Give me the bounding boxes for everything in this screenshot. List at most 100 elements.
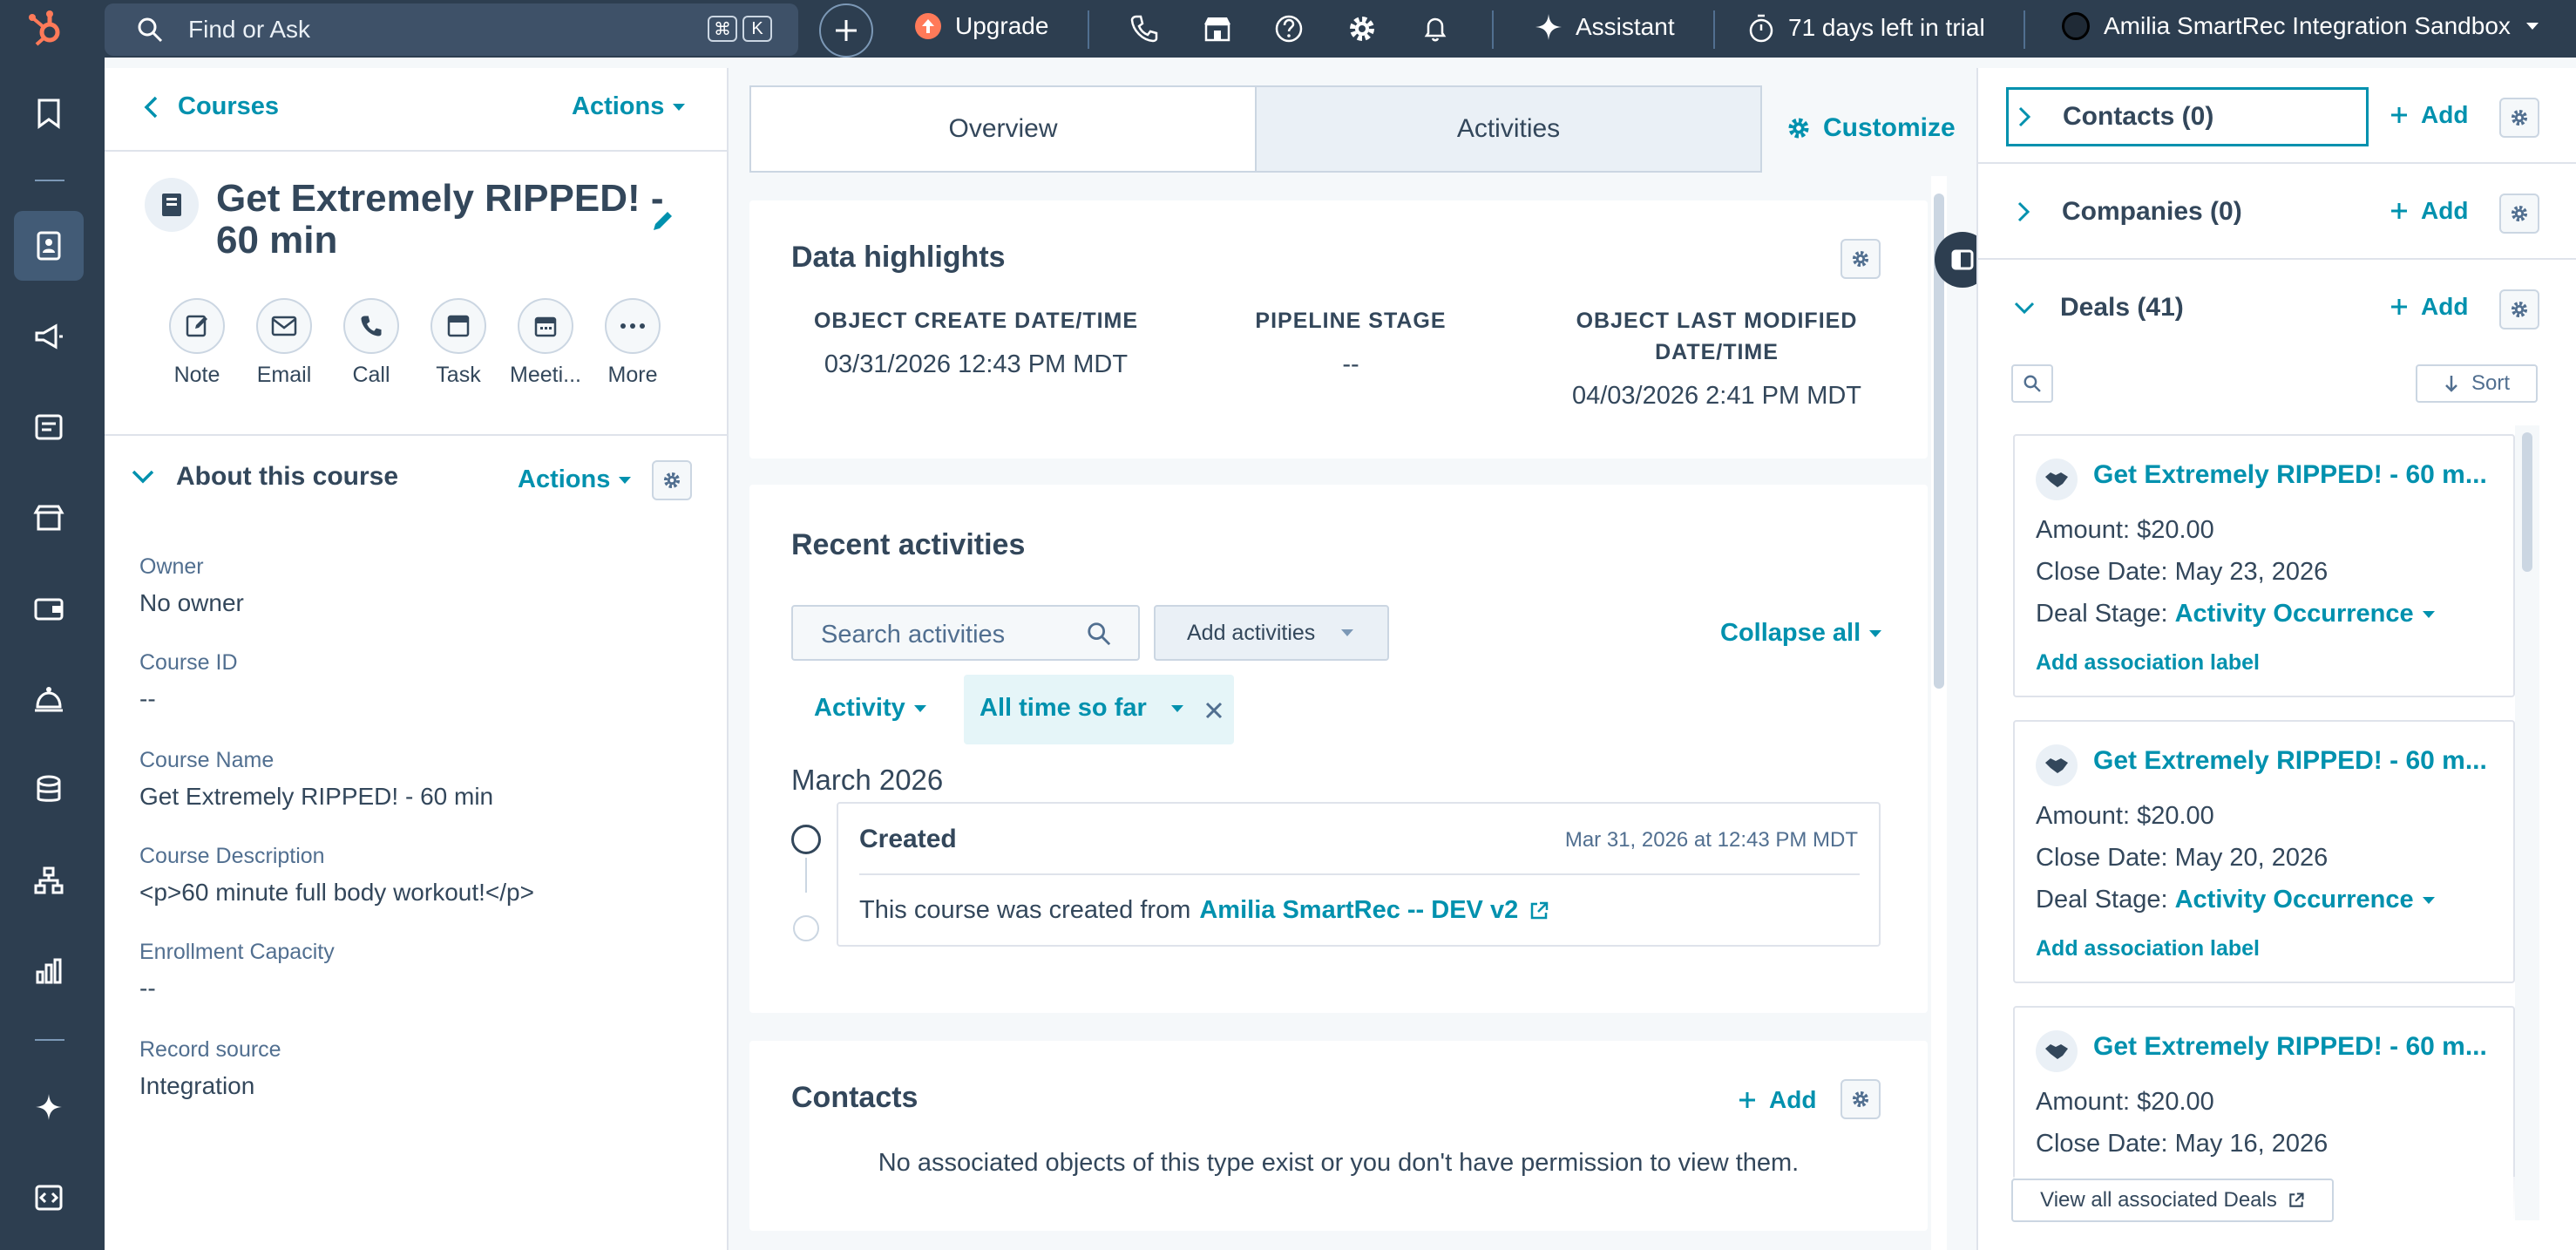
clear-filter-close-icon [1205,702,1223,719]
content-icon[interactable] [24,403,73,452]
deals-section-toggle[interactable]: Deals (41) [2013,293,2184,323]
automation-icon[interactable] [24,856,73,905]
reporting-chart-icon[interactable] [24,947,73,995]
highlights-settings-button[interactable] [1840,239,1881,279]
notifications-bell-icon[interactable] [1420,14,1450,44]
deals-section-settings-button[interactable] [2499,289,2539,329]
deal-card[interactable]: Get Extremely RIPPED! - 60 m... Amount: … [2013,434,2515,697]
hubspot-logo[interactable] [26,9,70,49]
more-action-button[interactable] [605,298,661,354]
activity-type-filter[interactable]: Activity [814,694,926,723]
breeze-sparkle-icon[interactable] [24,1083,73,1131]
companies-add-button[interactable]: Add [2390,197,2468,225]
contacts-section-settings-button[interactable] [2499,98,2539,138]
view-all-deals-button[interactable]: View all associated Deals [2011,1179,2334,1222]
call-action-button[interactable] [343,298,399,354]
email-action-button[interactable] [256,298,312,354]
deal-amount-value: $20.00 [2137,516,2214,544]
note-action-button[interactable] [169,298,225,354]
deals-scrollbar-track[interactable] [2515,425,2539,1220]
chevron-down-icon [2525,23,2539,30]
settings-gear-icon[interactable] [1347,14,1377,44]
bookmarks-icon[interactable] [24,89,73,138]
k-key: K [742,16,772,42]
course-description-value[interactable]: <p>60 minute full body workout!</p> [139,879,534,907]
search-icon [1088,622,1111,646]
deal-handshake-icon [2036,1030,2078,1072]
contacts-card: Contacts Add No associated objects of th… [749,1041,1928,1231]
about-actions-dropdown[interactable]: Actions [518,465,632,494]
about-settings-button[interactable] [652,460,692,500]
activity-search-input[interactable]: Search activities [791,605,1140,661]
enrollment-capacity-label: Enrollment Capacity [139,940,335,964]
phone-icon[interactable] [1129,14,1159,44]
deal-title[interactable]: Get Extremely RIPPED! - 60 m... [2093,1032,2487,1062]
service-bell-icon[interactable] [24,675,73,724]
plus-icon [2391,203,2407,219]
companies-section-settings-button[interactable] [2499,194,2539,234]
add-association-label-link[interactable]: Add association label [2036,936,2260,961]
wallet-icon[interactable] [24,584,73,633]
deal-title[interactable]: Get Extremely RIPPED! - 60 m... [2093,746,2487,776]
collapse-all-button[interactable]: Collapse all [1720,619,1882,648]
crm-contacts-icon[interactable] [24,221,73,270]
tab-activities[interactable]: Activities [1255,85,1762,173]
data-management-icon[interactable] [24,765,73,814]
add-activities-label: Add activities [1187,620,1316,645]
back-to-courses-link[interactable]: Courses [143,92,279,121]
contacts-section-toggle[interactable]: Contacts (0) [2006,87,2369,146]
course-name-value[interactable]: Get Extremely RIPPED! - 60 min [139,783,493,811]
enrollment-capacity-value[interactable]: -- [139,975,156,1002]
deal-stage-dropdown[interactable]: Activity Occurrence [2175,886,2414,914]
help-icon[interactable] [1274,14,1304,44]
developer-code-icon[interactable] [24,1173,73,1222]
deal-card[interactable]: Get Extremely RIPPED! - 60 m... Amount: … [2013,720,2515,983]
account-menu[interactable]: Amilia SmartRec Integration Sandbox [2062,12,2539,40]
assistant-button[interactable]: Assistant [1534,12,1675,42]
chevron-down-icon [132,470,154,484]
deal-stage: Deal Stage: Activity Occurrence [2036,600,2435,628]
trial-countdown[interactable]: 71 days left in trial [1746,12,1985,44]
marketing-megaphone-icon[interactable] [24,312,73,361]
create-date-value: 03/31/2026 12:43 PM MDT [824,350,1129,378]
customize-button[interactable]: Customize [1786,113,1956,143]
contacts-settings-button[interactable] [1840,1079,1881,1119]
deals-list-scroll[interactable]: Get Extremely RIPPED! - 60 m... Amount: … [1978,425,2576,1220]
middle-scrollbar-track[interactable] [1931,176,1947,1250]
contacts-add-label: Add [1769,1086,1817,1113]
contacts-add-label: Add [2421,101,2469,128]
add-association-label-link[interactable]: Add association label [2036,650,2260,676]
deals-add-button[interactable]: Add [2390,293,2468,321]
task-action-button[interactable] [430,298,486,354]
marketplace-icon[interactable] [1203,14,1232,44]
contacts-add-button[interactable]: Add [2390,101,2468,129]
deals-sort-button[interactable]: Sort [2416,364,2538,403]
gear-icon [2511,109,2528,126]
global-search-bar[interactable]: Find or Ask ⌘ K [105,3,798,56]
activity-item-created[interactable]: Created Mar 31, 2026 at 12:43 PM MDT Thi… [837,802,1881,947]
course-id-value[interactable]: -- [139,685,156,713]
create-new-button[interactable] [819,3,873,58]
about-section-toggle[interactable]: About this course [131,462,398,492]
deal-amount-label: Amount: [2036,1088,2130,1116]
companies-section-toggle[interactable]: Companies (0) [2017,197,2242,227]
activity-item-link[interactable]: Amilia SmartRec -- DEV v2 [1199,896,1518,925]
upgrade-button[interactable]: Upgrade [915,12,1048,40]
deals-search-button[interactable] [2011,364,2053,403]
deals-scrollbar-thumb[interactable] [2522,432,2532,572]
gear-icon [1852,1090,1869,1108]
meeting-action-button[interactable] [518,298,573,354]
commerce-icon[interactable] [24,493,73,542]
sort-arrow-down-icon [2445,376,2457,392]
edit-title-pencil-icon[interactable] [650,207,676,234]
deal-amount-label: Amount: [2036,802,2130,830]
add-activities-dropdown[interactable]: Add activities [1154,605,1389,661]
deal-stage-dropdown[interactable]: Activity Occurrence [2175,600,2414,628]
contacts-add-button[interactable]: Add [1738,1086,1816,1114]
tab-overview[interactable]: Overview [749,85,1255,173]
deal-title[interactable]: Get Extremely RIPPED! - 60 m... [2093,460,2487,490]
deal-handshake-icon [2036,459,2078,500]
owner-value[interactable]: No owner [139,589,244,617]
record-actions-dropdown[interactable]: Actions [572,92,686,121]
time-range-filter[interactable]: All time so far [964,675,1234,744]
